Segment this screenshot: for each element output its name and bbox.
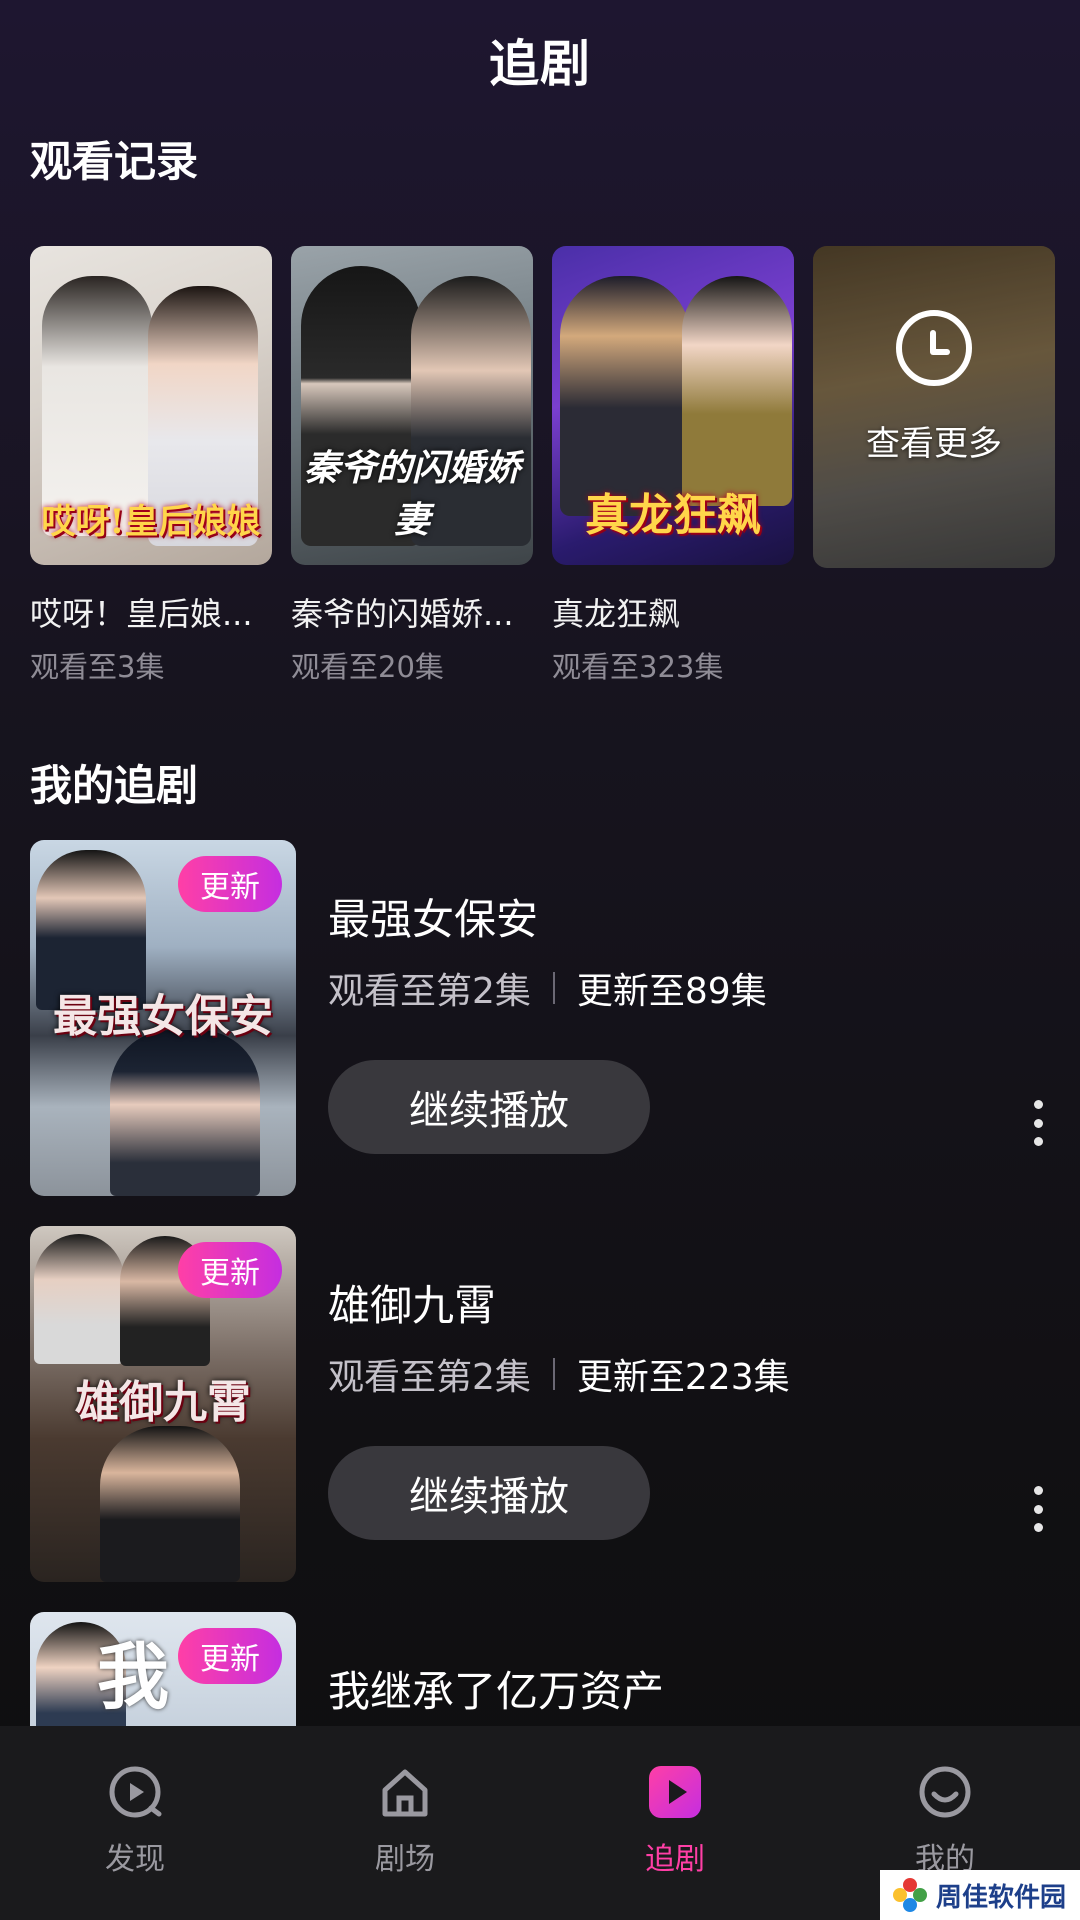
meta-divider <box>552 972 555 1004</box>
nav-item-following[interactable]: 追剧 <box>540 1726 810 1920</box>
poster-title-art: 秦爷的闪婚娇妻 <box>303 446 520 541</box>
poster-title-art: 真龙狂飙 <box>585 489 761 541</box>
more-label: 查看更多 <box>866 423 1002 464</box>
update-badge: 更新 <box>178 856 282 912</box>
history-item-progress: 观看至3集 <box>30 650 165 684</box>
continue-play-button[interactable]: 继续播放 <box>328 1060 650 1154</box>
follow-meta: 观看至第2集 更新至223集 <box>328 1348 790 1400</box>
meta-divider <box>552 1358 555 1390</box>
play-icon <box>647 1764 703 1820</box>
history-item-title: 真龙狂飙 <box>552 594 681 633</box>
page-title: 追剧 <box>489 35 591 93</box>
history-item-title: 哎呀！皇后娘... <box>30 594 253 633</box>
watched-progress: 观看至第2集 <box>328 971 531 1012</box>
more-options-icon[interactable] <box>1032 1486 1044 1532</box>
header: 追剧 <box>0 0 1080 120</box>
home-icon <box>377 1764 433 1820</box>
follow-thumbnail[interactable]: 我 更新 <box>30 1612 296 1726</box>
poster-title-art: 哎呀!皇后娘娘 <box>41 501 261 542</box>
history-item[interactable]: 秦爷的闪婚娇妻 秦爷的闪婚娇... 观看至20集 <box>291 246 533 686</box>
watermark: 周佳软件园 <box>880 1870 1080 1920</box>
follow-item[interactable]: 我 更新 我继承了亿万资产 <box>30 1612 1060 1726</box>
history-poster[interactable]: 真龙狂飙 <box>552 246 794 565</box>
history-item-title: 秦爷的闪婚娇... <box>291 594 514 633</box>
nav-label: 剧场 <box>375 1842 435 1877</box>
history-item-progress: 观看至323集 <box>552 650 724 684</box>
follow-thumbnail[interactable]: 最强女保安 更新 <box>30 840 296 1196</box>
thumbnail-title-art: 最强女保安 <box>53 991 273 1042</box>
watermark-text: 周佳软件园 <box>936 1882 1067 1913</box>
watched-progress: 观看至第2集 <box>328 1357 531 1398</box>
update-badge: 更新 <box>178 1628 282 1684</box>
history-poster[interactable]: 哎呀!皇后娘娘 <box>30 246 272 565</box>
nav-item-theater[interactable]: 剧场 <box>270 1726 540 1920</box>
history-more[interactable]: 查看更多 <box>813 246 1055 686</box>
history-item[interactable]: 真龙狂飙 真龙狂飙 观看至323集 <box>552 246 794 686</box>
follow-thumbnail[interactable]: 雄御九霄 更新 <box>30 1226 296 1582</box>
discover-icon <box>107 1764 163 1820</box>
history-section-title: 观看记录 <box>30 137 199 186</box>
more-options-icon[interactable] <box>1032 1100 1044 1146</box>
more-poster[interactable]: 查看更多 <box>813 246 1055 568</box>
follow-meta: 观看至第2集 更新至89集 <box>328 962 767 1014</box>
history-poster[interactable]: 秦爷的闪婚娇妻 <box>291 246 533 565</box>
follow-title[interactable]: 最强女保安 <box>328 886 538 947</box>
history-item[interactable]: 哎呀!皇后娘娘 哎呀！皇后娘... 观看至3集 <box>30 246 272 686</box>
nav-item-discover[interactable]: 发现 <box>0 1726 270 1920</box>
update-status: 更新至223集 <box>576 1357 790 1398</box>
history-item-progress: 观看至20集 <box>291 650 444 684</box>
clock-icon <box>896 309 972 386</box>
follow-item[interactable]: 最强女保安 更新 最强女保安 观看至第2集 更新至89集 继续播放 <box>30 840 1060 1196</box>
update-badge: 更新 <box>178 1242 282 1298</box>
flower-logo-icon <box>892 1877 928 1913</box>
profile-icon <box>917 1764 973 1820</box>
follow-title[interactable]: 我继承了亿万资产 <box>328 1658 664 1719</box>
follow-title[interactable]: 雄御九霄 <box>328 1272 496 1333</box>
nav-label: 追剧 <box>645 1842 705 1877</box>
thumbnail-title-art: 雄御九霄 <box>75 1377 251 1428</box>
continue-play-button[interactable]: 继续播放 <box>328 1446 650 1540</box>
more-overlay[interactable]: 查看更多 <box>813 246 1055 568</box>
nav-label: 发现 <box>105 1842 165 1877</box>
follow-item[interactable]: 雄御九霄 更新 雄御九霄 观看至第2集 更新至223集 继续播放 <box>30 1226 1060 1582</box>
update-status: 更新至89集 <box>576 971 767 1012</box>
history-list: 哎呀!皇后娘娘 哎呀！皇后娘... 观看至3集 秦爷的闪婚娇妻 秦爷的闪婚娇..… <box>30 246 1060 686</box>
following-section-title: 我的追剧 <box>30 761 199 810</box>
